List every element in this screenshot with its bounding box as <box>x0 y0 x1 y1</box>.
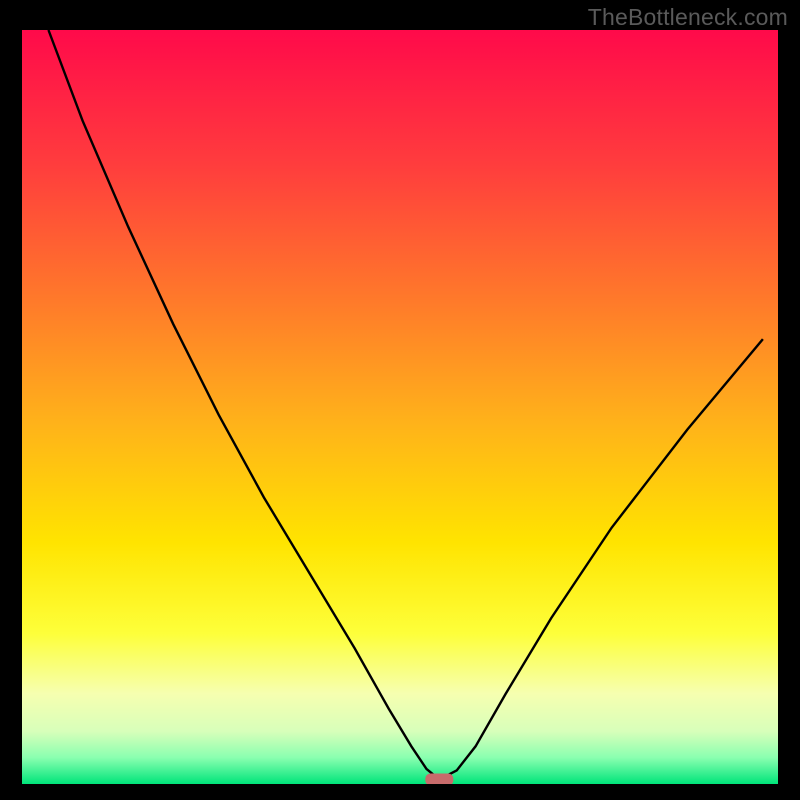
optimal-point-marker <box>425 773 453 785</box>
chart-container: TheBottleneck.com <box>0 0 800 800</box>
chart-frame <box>778 0 800 800</box>
chart-frame <box>0 0 22 800</box>
watermark-text: TheBottleneck.com <box>588 4 788 31</box>
chart-frame <box>0 784 800 800</box>
bottleneck-chart <box>0 0 800 800</box>
gradient-background <box>22 30 778 784</box>
plot-area <box>22 30 778 785</box>
